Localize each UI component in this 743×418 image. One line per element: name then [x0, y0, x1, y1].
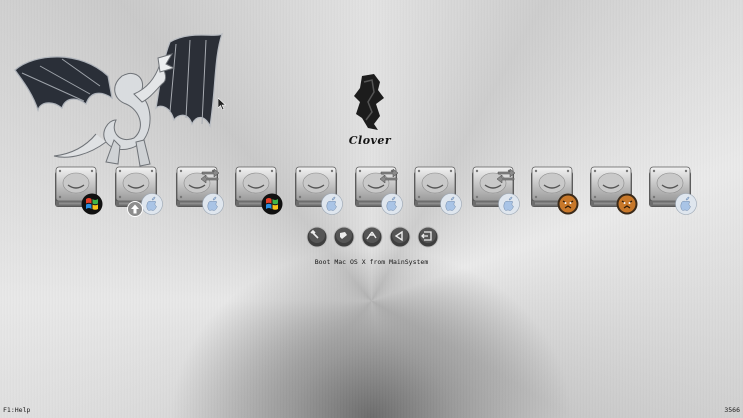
- shell-icon[interactable]: [361, 226, 383, 248]
- revision-number: 3566: [724, 406, 740, 414]
- boot-entry-9[interactable]: [527, 165, 579, 217]
- boot-entry-1[interactable]: [51, 165, 103, 217]
- boot-entry-3[interactable]: [172, 165, 224, 217]
- mouse-pointer-icon: [218, 98, 226, 110]
- apple-logo-icon: [321, 193, 343, 215]
- exit-icon[interactable]: [417, 226, 439, 248]
- recovery-arrows-icon: [496, 168, 516, 183]
- boot-entries: [51, 165, 701, 217]
- apple-logo-icon: [498, 193, 520, 215]
- boot-entry-10[interactable]: [586, 165, 638, 217]
- boot-entry-6[interactable]: [351, 165, 403, 217]
- about-icon[interactable]: [333, 226, 355, 248]
- recovery-arrows-icon: [379, 168, 399, 183]
- help-hint: F1:Help: [3, 406, 31, 414]
- apple-logo-icon: [440, 193, 462, 215]
- reboot-icon[interactable]: [389, 226, 411, 248]
- clover-logo-icon: [354, 74, 384, 130]
- recovery-arrows-icon: [200, 168, 220, 183]
- boot-entry-11[interactable]: [645, 165, 697, 217]
- llvm-dragon-banner: [14, 32, 224, 167]
- boot-entry-8[interactable]: [468, 165, 520, 217]
- windows-logo-icon: [261, 193, 283, 215]
- tiger-logo-icon: [557, 193, 579, 215]
- selected-entry-label: Boot Mac OS X from MainSystem: [314, 258, 429, 266]
- upload-icon: [127, 201, 143, 217]
- tiger-logo-icon: [616, 193, 638, 215]
- windows-logo-icon: [81, 193, 103, 215]
- clover-boot-screen: Clover Boot Mac OS X from MainSystem F1:…: [0, 0, 743, 418]
- apple-logo-icon: [381, 193, 403, 215]
- options-wrench-icon[interactable]: [306, 226, 328, 248]
- apple-logo-icon: [202, 193, 224, 215]
- app-title: Clover: [348, 134, 392, 147]
- apple-logo-icon: [141, 193, 163, 215]
- apple-logo-icon: [675, 193, 697, 215]
- tool-buttons: [300, 226, 445, 250]
- boot-entry-4[interactable]: [231, 165, 283, 217]
- boot-entry-5[interactable]: [291, 165, 343, 217]
- boot-entry-7[interactable]: [410, 165, 462, 217]
